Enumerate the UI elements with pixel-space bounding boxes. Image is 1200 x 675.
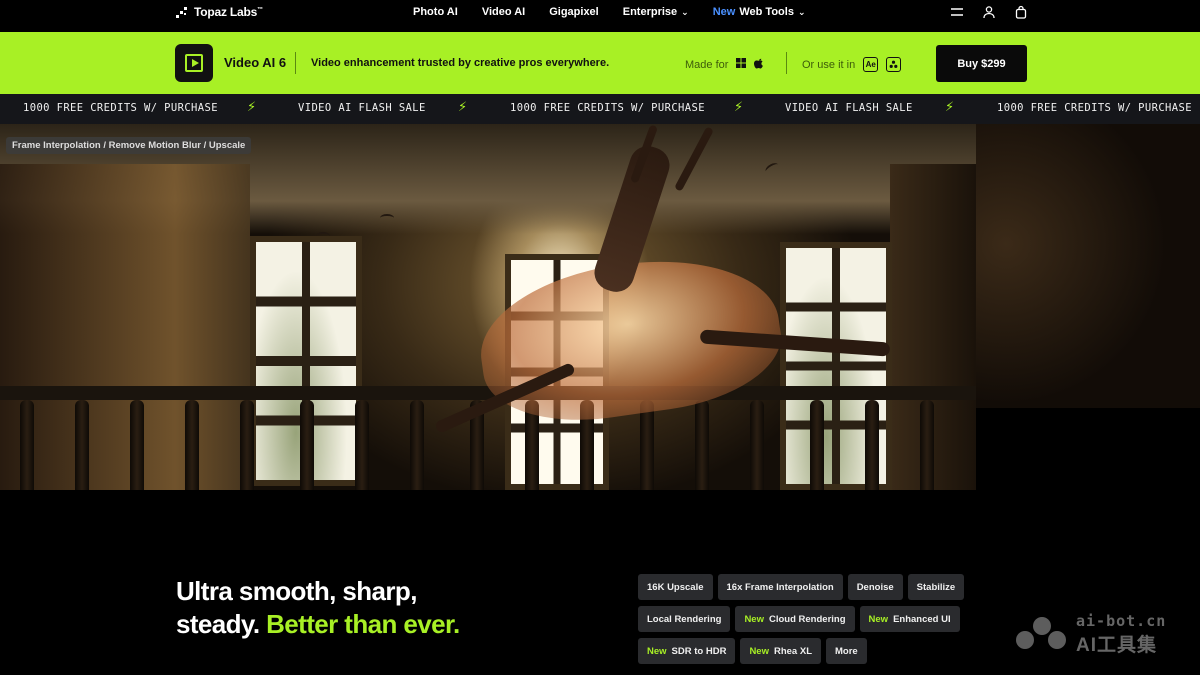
buy-button[interactable]: Buy $299 [936, 45, 1027, 82]
baluster [750, 400, 764, 490]
cart-icon[interactable] [1014, 5, 1028, 19]
baluster [695, 400, 709, 490]
or-use-label: Or use it in [802, 58, 856, 71]
nav-link-web-tools[interactable]: New Web Tools ⌄ [713, 6, 806, 18]
logo-text: Topaz Labs™ [194, 5, 263, 19]
product-tagline: Video enhancement trusted by creative pr… [311, 57, 610, 69]
chip-stabilize[interactable]: Stabilize [907, 574, 965, 600]
ticker-item: VIDEO AI FLASH SALE [298, 102, 426, 114]
play-icon [185, 54, 203, 72]
davinci-resolve-icon[interactable] [886, 57, 902, 72]
baluster [185, 400, 199, 490]
made-for: Made for [685, 57, 764, 72]
chip-enhanced-ui[interactable]: New Enhanced UI [859, 606, 960, 632]
baluster [865, 400, 879, 490]
baluster [355, 400, 369, 490]
windows-icon [736, 58, 747, 71]
apple-icon [754, 57, 764, 72]
chip-local-rendering[interactable]: Local Rendering [638, 606, 731, 632]
lightning-icon: ⚡ [734, 100, 744, 115]
top-navigation: Topaz Labs™ Photo AI Video AI Gigapixel … [0, 0, 1200, 32]
user-icon[interactable] [982, 5, 996, 19]
watermark: ai-bot.cn AI工具集 [1016, 612, 1166, 657]
hero-caption: Frame Interpolation / Remove Motion Blur… [6, 137, 252, 154]
nav-link-photo-ai[interactable]: Photo AI [413, 6, 458, 18]
new-badge: New [868, 613, 889, 625]
watermark-line-2: AI工具集 [1076, 635, 1158, 656]
ticker-item: VIDEO AI FLASH SALE [785, 102, 913, 114]
chip-cloud-rendering[interactable]: New Cloud Rendering [735, 606, 855, 632]
chip-frame-interpolation[interactable]: 16x Frame Interpolation [717, 574, 843, 600]
hero-headline: Ultra smooth, sharp, steady. Better than… [176, 575, 460, 641]
nav-link-video-ai[interactable]: Video AI [482, 6, 525, 18]
baluster [240, 400, 254, 490]
lightning-icon: ⚡ [247, 100, 257, 115]
hero-wall-left [0, 164, 250, 490]
menu-icon[interactable] [950, 5, 964, 19]
topaz-logo[interactable]: Topaz Labs™ [176, 5, 263, 19]
headline-accent: Better than ever. [266, 609, 460, 639]
bird [380, 214, 394, 222]
chip-more[interactable]: More [826, 638, 867, 664]
divider [295, 52, 296, 74]
baluster [920, 400, 934, 490]
chip-row: 16K Upscale 16x Frame Interpolation Deno… [638, 574, 978, 600]
made-for-label: Made for [685, 58, 729, 71]
nav-link-enterprise[interactable]: Enterprise ⌄ [623, 6, 689, 18]
headline-line-1: Ultra smooth, sharp, [176, 576, 417, 606]
watermark-line-1: ai-bot.cn [1076, 612, 1167, 630]
baluster [810, 400, 824, 490]
product-name: Video AI 6 [224, 55, 287, 70]
chip-row: New SDR to HDR New Rhea XL More [638, 638, 978, 664]
new-badge: New [749, 645, 769, 657]
nav-links: Photo AI Video AI Gigapixel Enterprise ⌄ … [413, 6, 829, 18]
baluster [20, 400, 34, 490]
nav-icons [950, 5, 1028, 19]
ticker-item: 1000 FREE CREDITS W/ PURCHASE [997, 102, 1192, 114]
lightning-icon: ⚡ [458, 100, 468, 115]
chip-16k-upscale[interactable]: 16K Upscale [638, 574, 713, 600]
baluster [410, 400, 424, 490]
chevron-down-icon: ⌄ [681, 6, 689, 17]
chip-rhea-xl[interactable]: New Rhea XL [740, 638, 821, 664]
or-use-it-in: Or use it in Ae [802, 57, 902, 72]
chip-row: Local Rendering New Cloud Rendering New En… [638, 606, 978, 632]
baluster [75, 400, 89, 490]
ticker-item: 1000 FREE CREDITS W/ PURCHASE [23, 102, 218, 114]
after-effects-icon[interactable]: Ae [863, 57, 879, 72]
product-bar: Video AI 6 Video enhancement trusted by … [0, 32, 1200, 94]
headline-line-2: steady. Better than ever. [176, 609, 460, 639]
bird [316, 232, 330, 240]
lightning-icon: ⚡ [945, 100, 955, 115]
video-ai-app-icon[interactable] [175, 44, 213, 82]
hero-video[interactable]: Frame Interpolation / Remove Motion Blur… [0, 124, 976, 490]
new-badge: New [712, 6, 736, 18]
baluster [130, 400, 144, 490]
promo-ticker: 1000 FREE CREDITS W/ PURCHASE ⚡ VIDEO AI… [0, 94, 1200, 124]
baluster [640, 400, 654, 490]
chip-sdr-to-hdr[interactable]: New SDR to HDR [638, 638, 736, 664]
feature-chips: 16K Upscale 16x Frame Interpolation Deno… [638, 574, 978, 670]
watermark-logo-icon [1016, 616, 1068, 653]
new-badge: New [647, 645, 667, 657]
new-badge: New [744, 613, 764, 625]
topaz-logo-icon [176, 6, 188, 18]
baluster [300, 400, 314, 490]
watermark-text: ai-bot.cn AI工具集 [1076, 612, 1166, 657]
ticker-item: 1000 FREE CREDITS W/ PURCHASE [510, 102, 705, 114]
hero-video-edge [976, 124, 1200, 408]
divider [786, 52, 787, 74]
chip-denoise[interactable]: Denoise [847, 574, 903, 600]
chevron-down-icon: ⌄ [797, 6, 806, 17]
nav-link-gigapixel[interactable]: Gigapixel [549, 6, 599, 18]
